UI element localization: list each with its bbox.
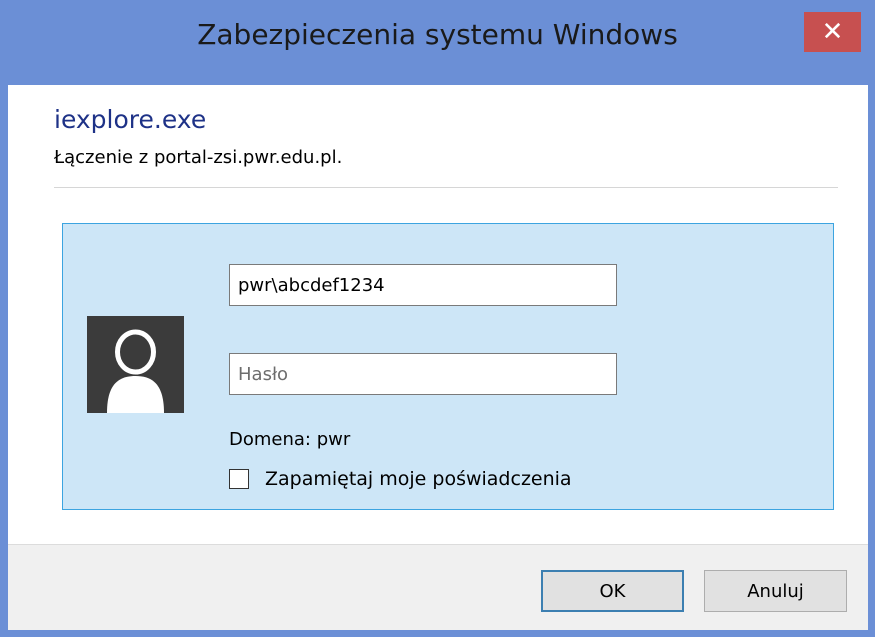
domain-label: Domena: pwr bbox=[229, 429, 351, 450]
credential-tile[interactable]: Domena: pwr Zapamiętaj moje poświadczeni… bbox=[62, 223, 834, 510]
dialog-body: iexplore.exe Łączenie z portal-zsi.pwr.e… bbox=[8, 85, 868, 630]
close-button[interactable]: ✕ bbox=[804, 12, 861, 52]
close-icon: ✕ bbox=[821, 17, 844, 47]
app-name: iexplore.exe bbox=[54, 105, 207, 134]
title-bar[interactable]: Zabezpieczenia systemu Windows ✕ bbox=[0, 0, 875, 85]
remember-label: Zapamiętaj moje poświadczenia bbox=[265, 468, 572, 490]
remember-checkbox[interactable] bbox=[229, 469, 249, 489]
divider bbox=[54, 187, 838, 188]
security-dialog: Zabezpieczenia systemu Windows ✕ iexplor… bbox=[0, 0, 875, 637]
remember-credentials-option[interactable]: Zapamiętaj moje poświadczenia bbox=[229, 468, 572, 490]
cancel-button[interactable]: Anuluj bbox=[704, 570, 847, 612]
user-avatar-icon bbox=[87, 316, 184, 413]
window-title: Zabezpieczenia systemu Windows bbox=[197, 18, 678, 51]
ok-button[interactable]: OK bbox=[541, 570, 684, 612]
password-field[interactable] bbox=[229, 353, 617, 395]
username-field[interactable] bbox=[229, 264, 617, 306]
button-bar: OK Anuluj bbox=[8, 544, 868, 630]
connection-text: Łączenie z portal-zsi.pwr.edu.pl. bbox=[54, 147, 343, 168]
